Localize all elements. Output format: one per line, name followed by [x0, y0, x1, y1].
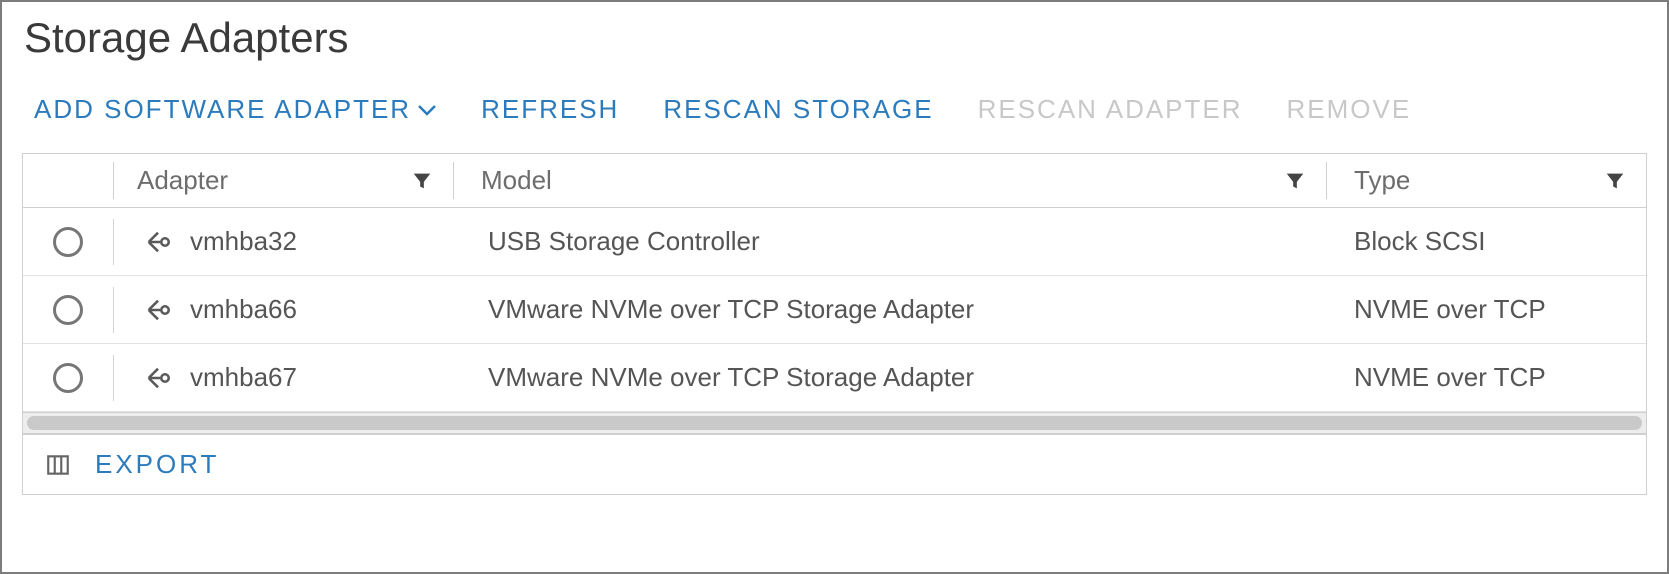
filter-icon[interactable]: [411, 170, 433, 192]
scrollbar-thumb[interactable]: [27, 416, 1642, 430]
rescan-storage-button[interactable]: RESCAN STORAGE: [663, 94, 933, 125]
adapter-name: vmhba66: [190, 294, 297, 325]
remove-button: REMOVE: [1287, 94, 1412, 125]
column-header-model-label: Model: [481, 165, 552, 196]
model-cell: VMware NVMe over TCP Storage Adapter: [460, 276, 1326, 343]
page-title: Storage Adapters: [24, 14, 1647, 62]
row-select-radio[interactable]: [53, 295, 83, 325]
adapters-table: Adapter Model Type: [22, 153, 1647, 435]
table-header-row: Adapter Model Type: [23, 154, 1646, 208]
column-header-type[interactable]: Type: [1326, 154, 1646, 208]
model-cell: USB Storage Controller: [460, 208, 1326, 275]
horizontal-scrollbar[interactable]: [23, 412, 1646, 434]
add-software-adapter-button[interactable]: ADD SOFTWARE ADAPTER: [34, 94, 437, 125]
column-header-select: [23, 154, 113, 208]
table-row[interactable]: vmhba66 VMware NVMe over TCP Storage Ada…: [23, 276, 1646, 344]
row-select-radio[interactable]: [53, 227, 83, 257]
toolbar: ADD SOFTWARE ADAPTER REFRESH RESCAN STOR…: [22, 94, 1647, 125]
filter-icon[interactable]: [1284, 170, 1306, 192]
table-footer: EXPORT: [22, 435, 1647, 495]
columns-icon[interactable]: [45, 452, 71, 478]
column-header-model[interactable]: Model: [453, 154, 1326, 208]
row-select-radio[interactable]: [53, 363, 83, 393]
refresh-button[interactable]: REFRESH: [481, 94, 619, 125]
add-software-adapter-label: ADD SOFTWARE ADAPTER: [34, 94, 411, 125]
adapter-name: vmhba32: [190, 226, 297, 257]
adapter-icon: [144, 364, 172, 392]
type-cell: NVME over TCP: [1326, 344, 1646, 411]
column-header-type-label: Type: [1354, 165, 1410, 196]
adapter-icon: [144, 228, 172, 256]
chevron-down-icon: [417, 103, 437, 117]
filter-icon[interactable]: [1604, 170, 1626, 192]
model-cell: VMware NVMe over TCP Storage Adapter: [460, 344, 1326, 411]
adapter-name: vmhba67: [190, 362, 297, 393]
rescan-adapter-button: RESCAN ADAPTER: [978, 94, 1243, 125]
export-button[interactable]: EXPORT: [95, 449, 219, 480]
column-header-adapter[interactable]: Adapter: [113, 154, 453, 208]
table-row[interactable]: vmhba67 VMware NVMe over TCP Storage Ada…: [23, 344, 1646, 412]
column-header-adapter-label: Adapter: [137, 165, 228, 196]
type-cell: Block SCSI: [1326, 208, 1646, 275]
adapter-icon: [144, 296, 172, 324]
type-cell: NVME over TCP: [1326, 276, 1646, 343]
table-row[interactable]: vmhba32 USB Storage Controller Block SCS…: [23, 208, 1646, 276]
